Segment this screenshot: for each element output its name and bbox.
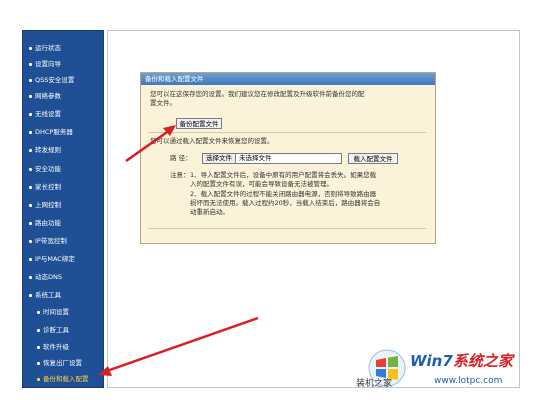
site-url: www.lotpc.com [434, 376, 503, 386]
arrow-to-backup-menu [98, 316, 259, 376]
brand-win7: Win7 [410, 352, 453, 370]
annotation-arrows [98, 125, 259, 376]
brand-cn: 系统之家 [452, 352, 513, 370]
brand-logo-text: Win7系统之家 [410, 350, 513, 371]
sub-brand-text: 装机之家 [356, 379, 393, 389]
arrow-to-backup-button [125, 125, 176, 163]
